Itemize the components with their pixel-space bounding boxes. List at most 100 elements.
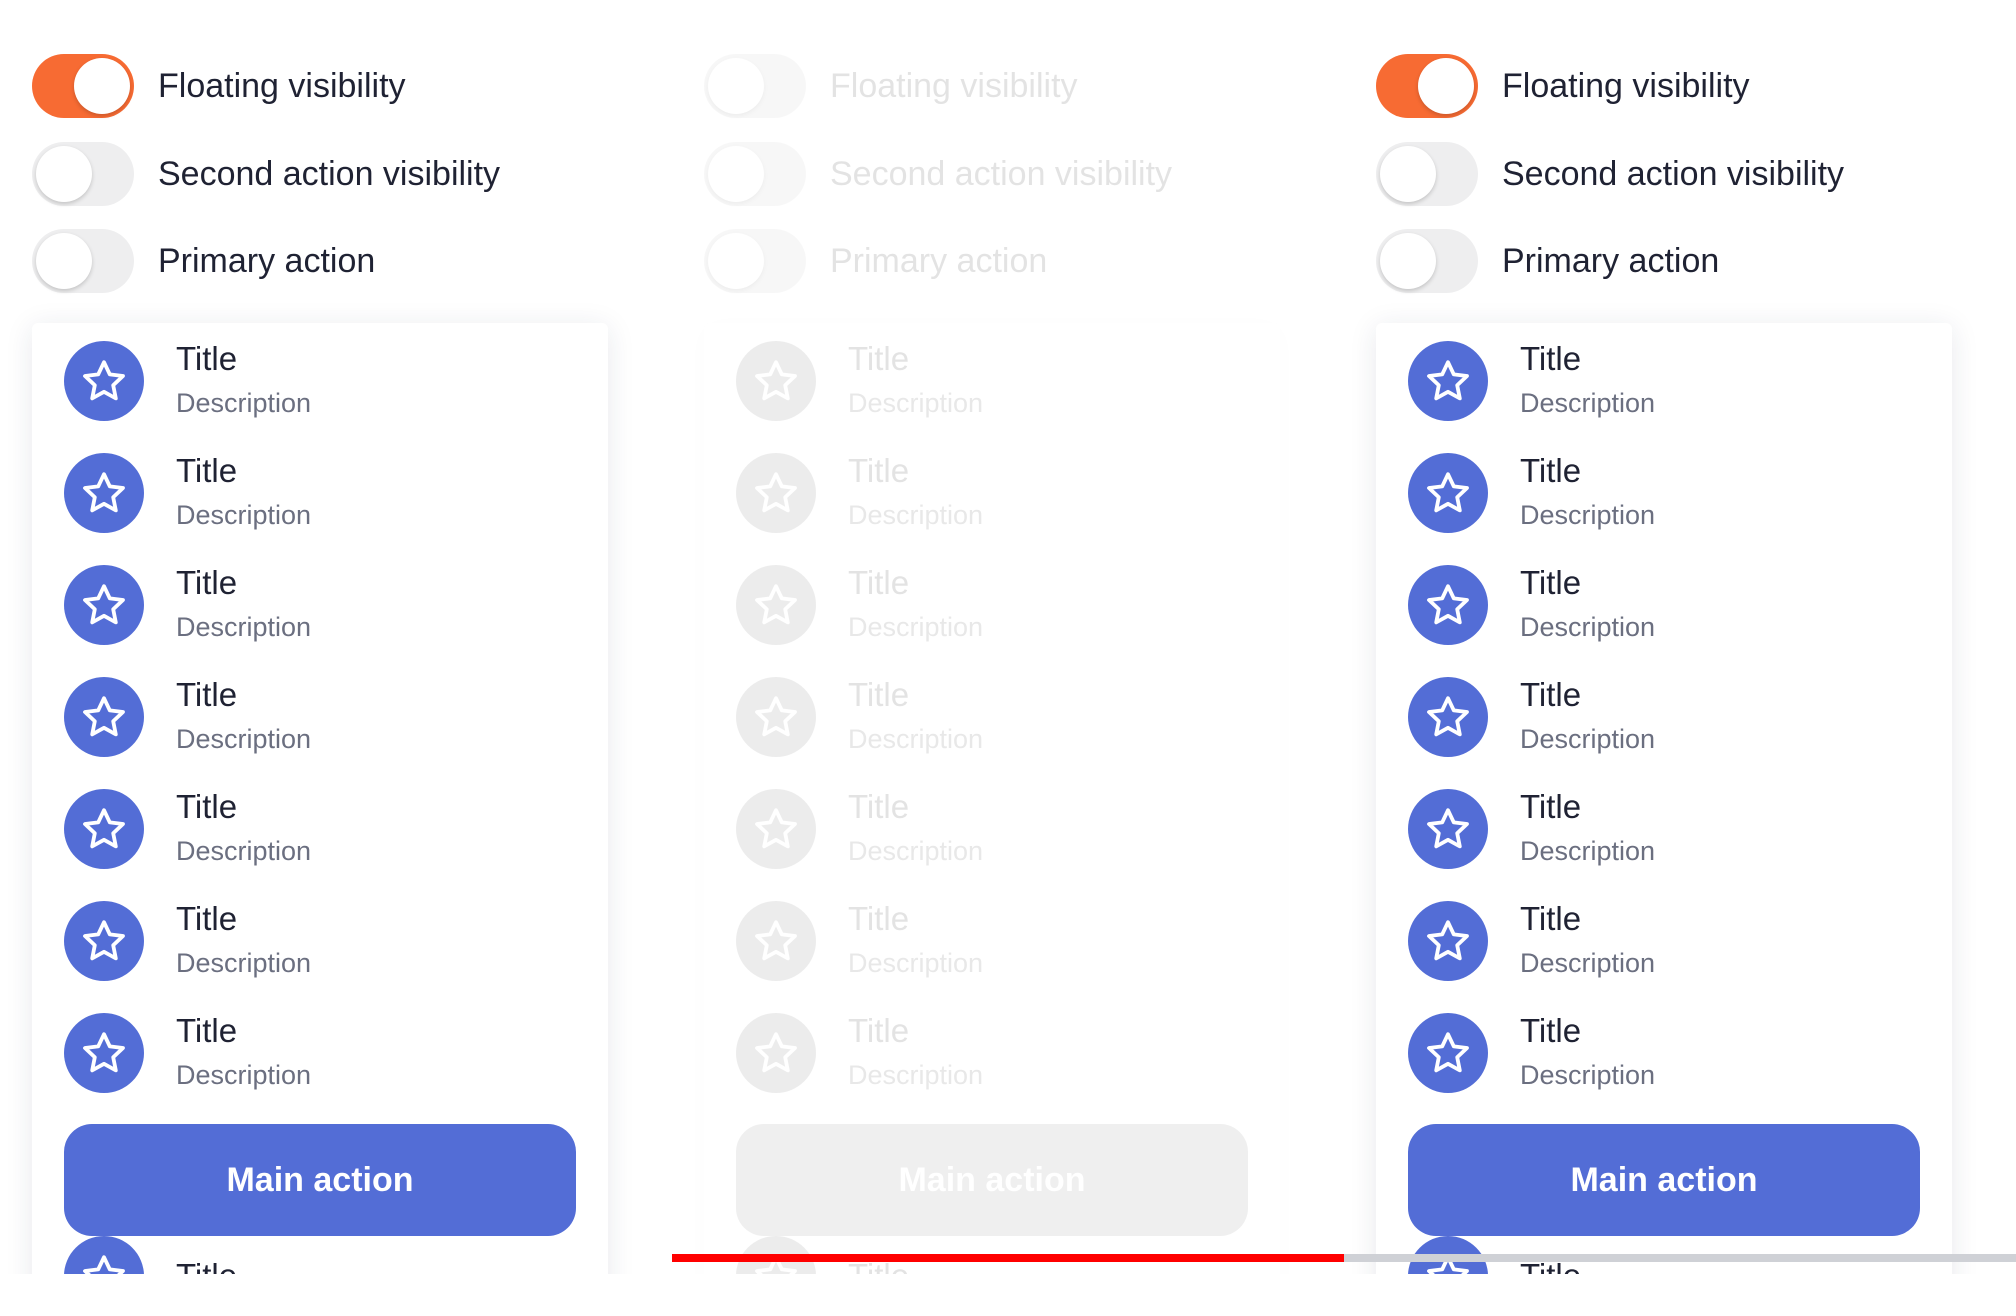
list-item-description: Description: [176, 1060, 312, 1090]
list-item-title: Title: [1520, 676, 1582, 713]
toggle-label: Floating visibility: [158, 66, 406, 105]
main-action-button: Main action: [736, 1124, 1248, 1236]
list-item-text: Title Description: [1520, 675, 1655, 759]
toggle-switch[interactable]: [1376, 229, 1478, 293]
star-icon: [736, 453, 816, 533]
list-item-text: Title Description: [176, 1011, 311, 1095]
list-item[interactable]: Title Description: [1408, 451, 1655, 535]
star-icon: [1408, 453, 1488, 533]
list-item-title: Title: [1520, 452, 1582, 489]
list-item-description: Description: [176, 948, 312, 978]
list-item[interactable]: Title Description: [64, 899, 311, 983]
list-item[interactable]: Title Description: [1408, 675, 1655, 759]
star-icon: [64, 565, 144, 645]
main-action-button[interactable]: Main action: [64, 1124, 576, 1236]
toggle-knob: [708, 146, 764, 202]
list-item[interactable]: Title Description: [64, 675, 311, 759]
list-item-description: Description: [848, 724, 984, 754]
toggle-knob: [74, 58, 130, 114]
list-item[interactable]: Title Description: [64, 451, 311, 535]
star-icon: [64, 1013, 144, 1093]
list-item-description: Description: [1520, 948, 1656, 978]
star-icon: [64, 901, 144, 981]
horizontal-scrollbar-thumb[interactable]: [672, 1254, 1344, 1262]
list-item[interactable]: Title Description: [64, 787, 311, 871]
toggle-knob: [708, 233, 764, 289]
list-card: Title Description Title Description Title Des…: [1376, 323, 1952, 1274]
toggle-knob: [708, 58, 764, 114]
star-icon: [1408, 565, 1488, 645]
star-icon: [736, 341, 816, 421]
list-item-description: Description: [848, 388, 984, 418]
list-item-description: Description: [1520, 724, 1656, 754]
list-item[interactable]: Title Description: [64, 563, 311, 647]
list-item-text: Title Description: [848, 675, 983, 759]
list-item-text: Title Description: [176, 339, 311, 423]
toggle-label: Floating visibility: [830, 66, 1078, 105]
list-item-description: Description: [176, 724, 312, 754]
toggle-label: Second action visibility: [158, 154, 501, 193]
list-item-text: Title Description: [176, 787, 311, 871]
toggle-switch[interactable]: [1376, 142, 1478, 206]
list-item-description: Description: [176, 836, 312, 866]
list-item-text: Title Description: [1520, 563, 1655, 647]
toggle-row: Second action visibility: [704, 142, 1172, 206]
list-item-title: Title: [848, 788, 910, 825]
list-item-text: Title Description: [848, 1011, 983, 1095]
settings-panel-1: Floating visibility Second action visibil…: [0, 0, 640, 1274]
toggle-knob: [36, 233, 92, 289]
list-item-text: Title Description: [848, 563, 983, 647]
list-item[interactable]: Title Description: [1408, 339, 1655, 423]
toggle-switch[interactable]: [32, 229, 134, 293]
list-item-title: Title: [176, 452, 238, 489]
toggle-row: Floating visibility: [32, 54, 406, 118]
toggle-switch[interactable]: [32, 142, 134, 206]
main-action-button[interactable]: Main action: [1408, 1124, 1920, 1236]
list-item-title: Title: [176, 1012, 238, 1049]
list-item-text: Title Description: [848, 339, 983, 423]
toggle-switch[interactable]: [1376, 54, 1478, 118]
list-item-title: Title: [176, 340, 238, 377]
list-item-title: Title: [176, 564, 238, 601]
list-item-description: Description: [848, 1060, 984, 1090]
star-icon: [64, 341, 144, 421]
list-item-description: Description: [1520, 388, 1656, 418]
list-item[interactable]: Title Description: [64, 1011, 311, 1095]
toggle-row: Second action visibility: [1376, 142, 1844, 206]
star-icon: [1408, 341, 1488, 421]
list-item: Title Description: [736, 1011, 983, 1095]
list-item-text: Title Description: [1520, 787, 1655, 871]
toggle-row: Primary action: [32, 229, 375, 293]
star-icon: [1408, 677, 1488, 757]
list-card: Title Description Title Description Title Des…: [32, 323, 608, 1274]
preview-canvas: Floating visibility Second action visibil…: [0, 0, 2016, 1274]
toggle-row: Floating visibility: [704, 54, 1078, 118]
list-item-title: Title: [1520, 340, 1582, 377]
toggle-knob: [1380, 233, 1436, 289]
star-icon: [736, 565, 816, 645]
list-item-title: Title: [1520, 788, 1582, 825]
toggle-switch[interactable]: [32, 54, 134, 118]
list-item[interactable]: Title Description: [1408, 563, 1655, 647]
toggle-switch: [704, 142, 806, 206]
list-item-description: Description: [1520, 612, 1656, 642]
list-item-description: Description: [176, 500, 312, 530]
list-item[interactable]: Title Description: [1408, 1011, 1655, 1095]
toggle-row: Primary action: [1376, 229, 1719, 293]
list-item[interactable]: Title Description: [64, 339, 311, 423]
star-icon: [736, 677, 816, 757]
list-item[interactable]: Title: [64, 1234, 237, 1274]
list-item[interactable]: Title Description: [1408, 787, 1655, 871]
toggle-knob: [36, 146, 92, 202]
settings-panel-2: Floating visibility Second action visibil…: [672, 0, 1312, 1274]
list-item: Title Description: [736, 787, 983, 871]
toggle-knob: [1418, 58, 1474, 114]
list-item-description: Description: [176, 612, 312, 642]
list-item-description: Description: [176, 388, 312, 418]
toggle-knob: [1380, 146, 1436, 202]
list-item[interactable]: Title Description: [1408, 899, 1655, 983]
list-item-title: Title: [176, 676, 238, 713]
list-item-description: Description: [1520, 836, 1656, 866]
list-item-text: Title Description: [176, 451, 311, 535]
toggle-row: Second action visibility: [32, 142, 500, 206]
